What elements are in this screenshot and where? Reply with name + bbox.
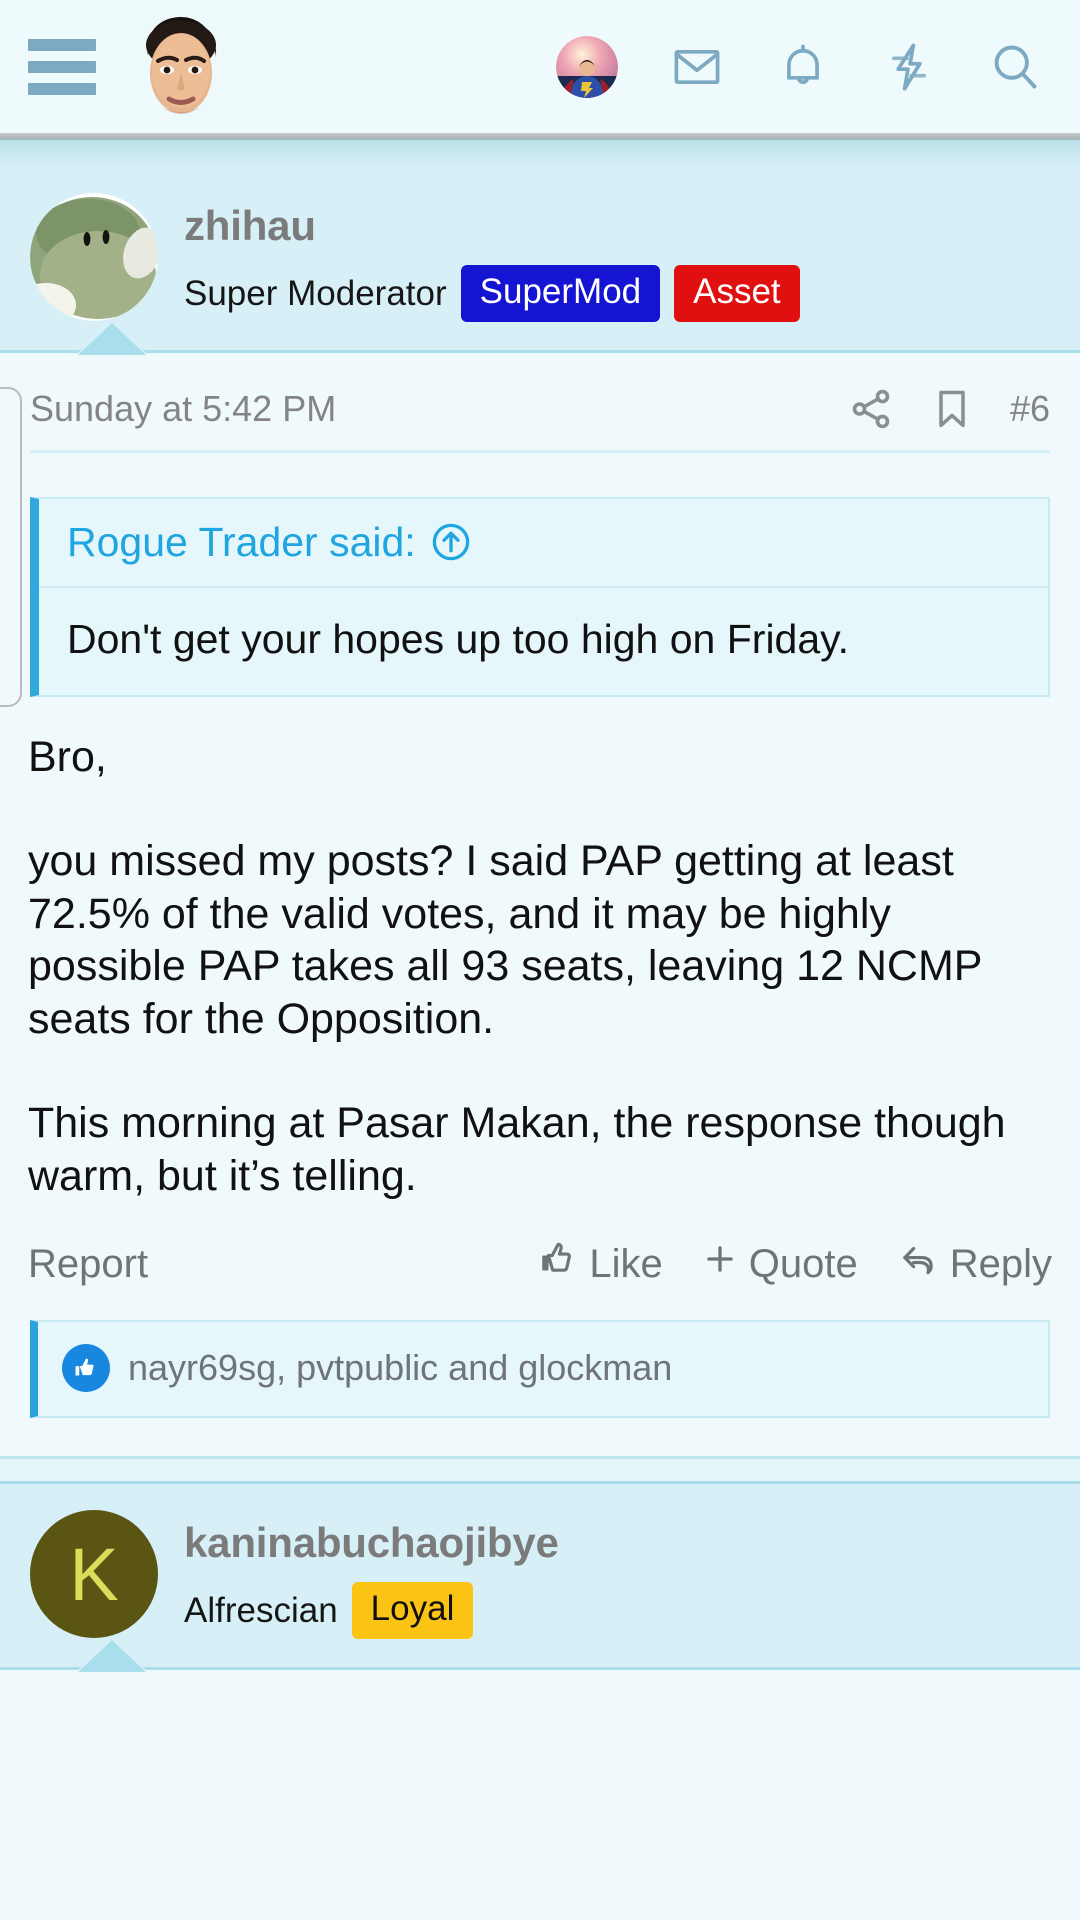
author-meta: kaninabuchaojibye Alfrescian Loyal [184,1510,559,1639]
post-notch [78,320,146,353]
post-article: zhihau Super Moderator SuperMod Asset Su… [0,167,1080,1485]
envelope-icon[interactable] [670,40,724,94]
post-likes-bar[interactable]: nayr69sg, pvtpublic and glockman [30,1320,1050,1419]
report-button[interactable]: Report [28,1242,148,1287]
badge-supermod[interactable]: SuperMod [460,265,661,322]
quote-button[interactable]: Quote [701,1240,858,1288]
reply-label: Reply [949,1241,1052,1286]
post-notch [78,1637,146,1670]
nav-shadow [0,133,1080,140]
quote-author-line[interactable]: Rogue Trader said: [67,519,416,566]
share-icon[interactable] [848,386,894,432]
hamburger-menu-icon[interactable] [28,38,96,95]
post-author-header: K kaninabuchaojibye Alfrescian Loyal [0,1484,1080,1670]
reply-arrow-icon [896,1238,940,1290]
post-meta-divider [30,449,1050,453]
like-button[interactable]: Like [537,1238,663,1290]
jump-to-post-icon[interactable] [430,521,472,563]
post-article-next: K kaninabuchaojibye Alfrescian Loyal [0,1484,1080,1670]
user-avatar[interactable] [556,35,618,98]
bookmark-icon[interactable] [930,386,974,432]
plus-icon [701,1240,739,1288]
thread-container: zhihau Super Moderator SuperMod Asset Su… [0,167,1080,1670]
author-meta: zhihau Super Moderator SuperMod Asset [184,193,800,322]
bell-icon[interactable] [776,40,830,94]
badge-asset[interactable]: Asset [674,265,800,322]
badge-loyal[interactable]: Loyal [351,1582,474,1639]
author-user-title: Super Moderator [184,273,447,313]
post-body: Bro, you missed my posts? I said PAP get… [0,697,1080,1202]
author-title-row: Alfrescian Loyal [184,1582,559,1639]
avatar-initial: K [69,1532,119,1616]
post-author-name[interactable]: kaninabuchaojibye [184,1518,559,1568]
thumbs-up-icon [537,1238,579,1290]
post-action-bar: Report Like Quote Reply [0,1202,1080,1290]
author-user-title: Alfrescian [184,1590,338,1630]
search-icon[interactable] [988,40,1042,94]
reply-button[interactable]: Reply [896,1238,1052,1290]
quote-block: Rogue Trader said: Don't get your hopes … [30,496,1050,697]
post-gap [0,1459,1080,1482]
post-paragraph-2: you missed my posts? I said PAP getting … [28,837,982,1043]
post-meta-icons: #6 [848,386,1050,432]
hamburger-line [28,38,96,51]
quote-text: Don't get your hopes up too high on Frid… [67,615,850,662]
site-logo[interactable] [132,12,230,121]
post-author-header: zhihau Super Moderator SuperMod Asset [0,167,1080,353]
post-actions-right: Like Quote Reply [537,1238,1052,1290]
post-paragraph-3: This morning at Pasar Makan, the respons… [28,1099,1006,1200]
bolt-icon[interactable] [882,40,936,94]
likes-names[interactable]: nayr69sg, pvtpublic and glockman [128,1347,672,1389]
nav-icon-group [556,35,1052,98]
nav-accent-strip [0,140,1080,167]
post-paragraph-1: Bro, [28,732,107,781]
report-label: Report [28,1241,149,1286]
author-title-row: Super Moderator SuperMod Asset [184,265,800,322]
hamburger-line [28,82,96,95]
top-navigation-bar [0,0,1080,133]
avatar[interactable] [30,193,158,321]
post-date[interactable]: Sunday at 5:42 PM [30,388,336,430]
post-number[interactable]: #6 [1010,388,1050,430]
thumbs-up-icon [62,1344,110,1393]
hamburger-line [28,60,96,73]
avatar[interactable]: K [30,1510,158,1639]
post-meta-row: Sunday at 5:42 PM #6 [0,352,1080,432]
quote-header: Rogue Trader said: [39,498,1048,588]
like-label: Like [589,1241,663,1286]
quote-label: Quote [748,1241,858,1286]
post-author-name[interactable]: zhihau [184,201,800,251]
